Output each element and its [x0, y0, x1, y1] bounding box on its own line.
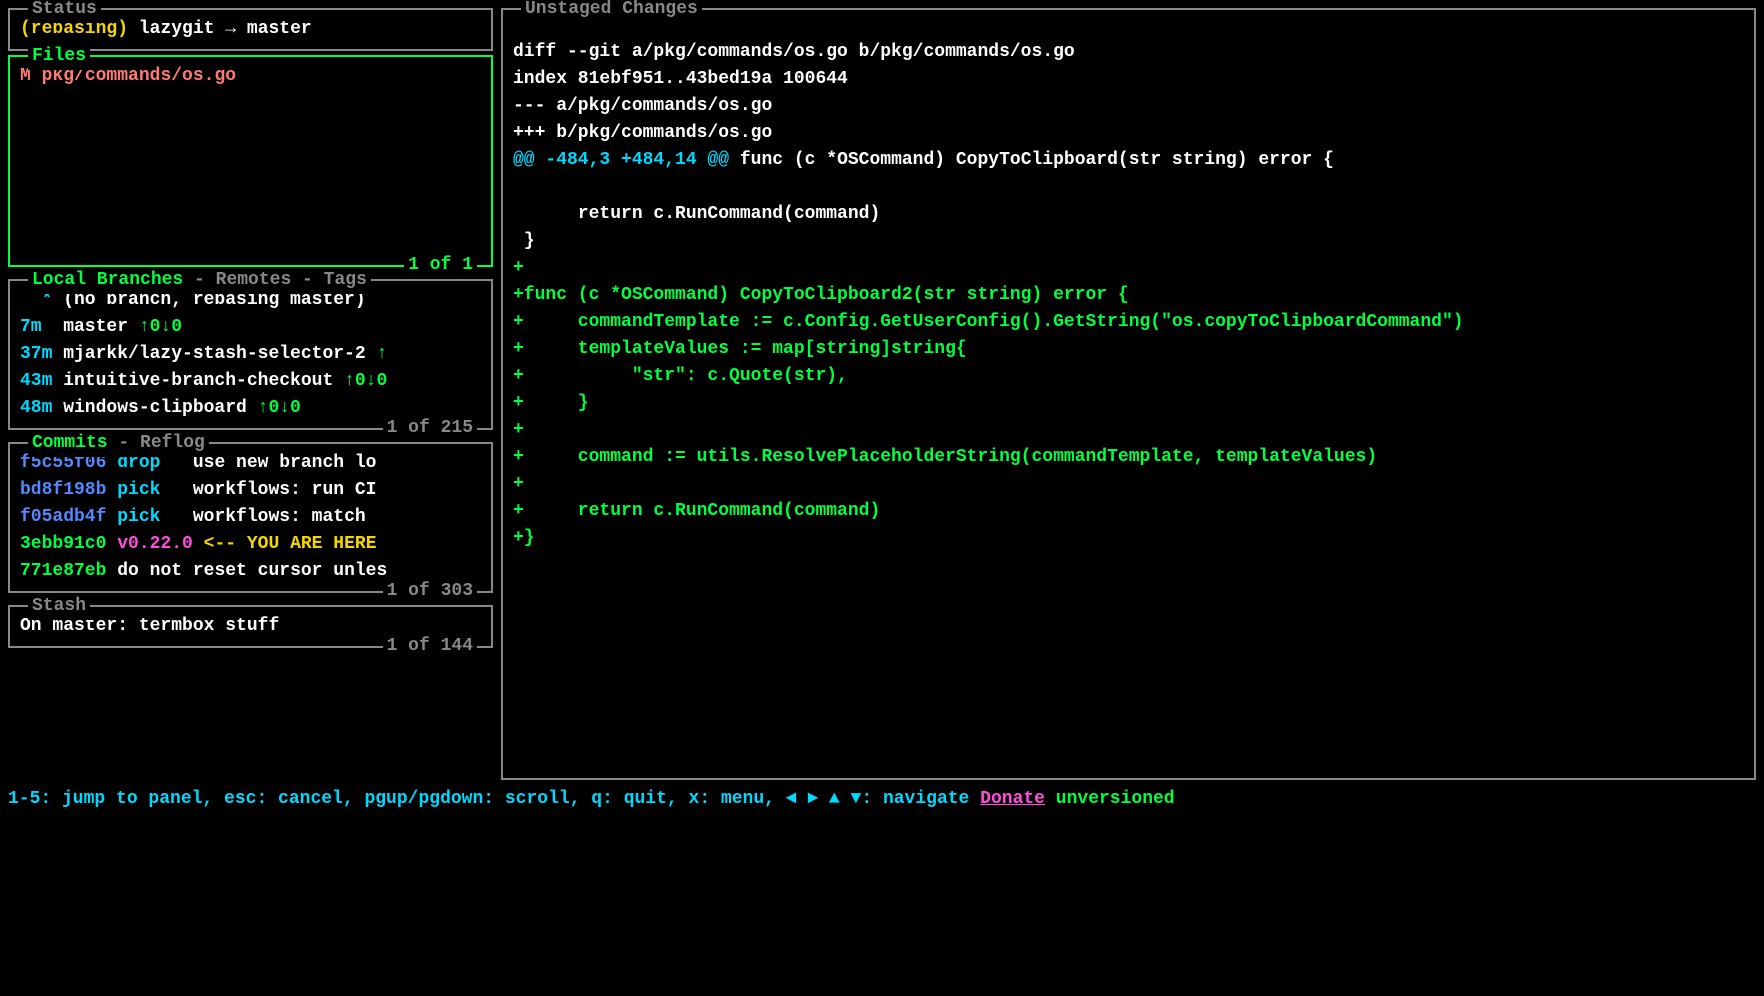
- stash-panel[interactable]: Stash On master: termbox stuff 1 of 144: [8, 605, 493, 648]
- commits-title: Commits: [32, 433, 108, 453]
- commits-panel[interactable]: Commits - Reflog f5c55f06 drop use new b…: [8, 442, 493, 593]
- status-title: Status: [32, 0, 97, 19]
- commits-footer: 1 of 303: [383, 578, 477, 605]
- files-panel[interactable]: Files M pkg/commands/os.go 1 of 1: [8, 55, 493, 267]
- files-title: Files: [32, 46, 86, 66]
- branch-item[interactable]: 7m master ↑0↓0: [20, 314, 481, 341]
- stash-footer: 1 of 144: [383, 633, 477, 660]
- commit-item[interactable]: 3ebb91c0 v0.22.0 <-- YOU ARE HERE: [20, 531, 481, 558]
- branches-panel[interactable]: Local Branches - Remotes - Tags * (no br…: [8, 279, 493, 430]
- donate-link[interactable]: Donate: [980, 789, 1045, 809]
- diff-title: Unstaged Changes: [525, 0, 698, 19]
- stash-title: Stash: [32, 596, 86, 616]
- commit-item[interactable]: bd8f198b pick workflows: run CI: [20, 477, 481, 504]
- files-footer: 1 of 1: [404, 252, 477, 279]
- branches-footer: 1 of 215: [383, 415, 477, 442]
- branches-title: Local Branches: [32, 270, 183, 290]
- help-bar: 1-5: jump to panel, esc: cancel, pgup/pg…: [8, 784, 1756, 813]
- branch-item[interactable]: 43m intuitive-branch-checkout ↑0↓0: [20, 368, 481, 395]
- branch-item[interactable]: 37m mjarkk/lazy-stash-selector-2 ↑: [20, 341, 481, 368]
- commit-list: f5c55f06 drop use new branch lo bd8f198b…: [20, 450, 481, 585]
- diff-content: diff --git a/pkg/commands/os.go b/pkg/co…: [513, 12, 1744, 579]
- commit-item[interactable]: f05adb4f pick workflows: match: [20, 504, 481, 531]
- branch-list: * (no branch, rebasing master) 7m master…: [20, 287, 481, 422]
- diff-panel[interactable]: Unstaged Changes diff --git a/pkg/comman…: [501, 8, 1756, 780]
